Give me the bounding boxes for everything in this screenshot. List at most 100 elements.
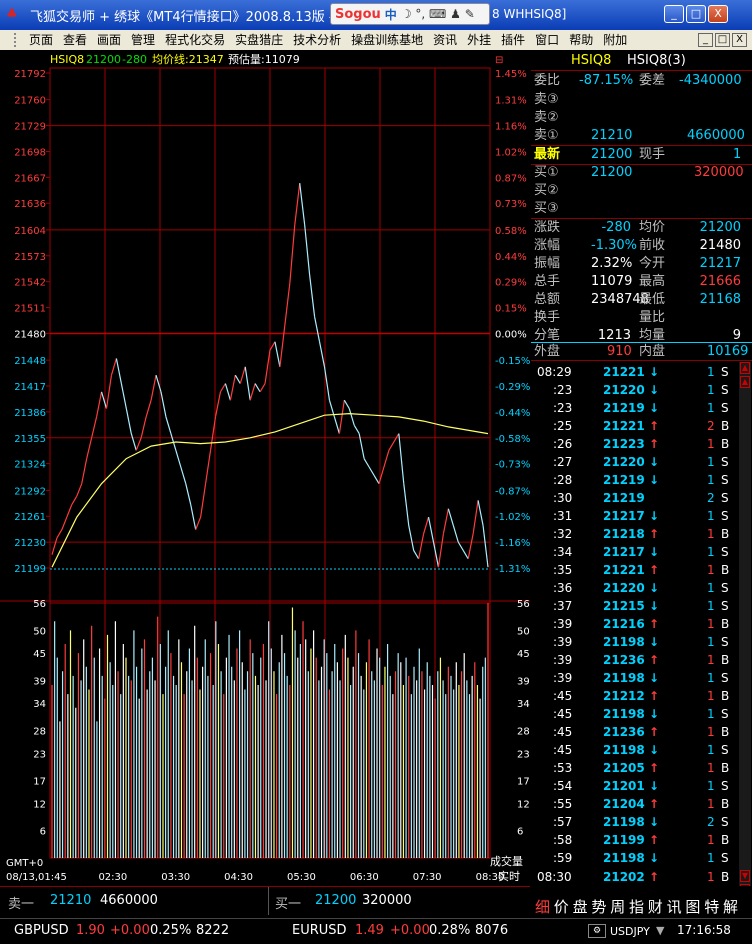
minimize-button[interactable]: _ bbox=[664, 5, 684, 23]
tick-side: S bbox=[721, 707, 729, 721]
menu-training[interactable]: 操盘训练基地 bbox=[346, 30, 428, 50]
tick-time: :55 bbox=[553, 797, 573, 811]
quote-tab[interactable]: 解 bbox=[723, 896, 738, 918]
mdi-close-button[interactable]: X bbox=[732, 33, 747, 47]
tick-row[interactable]: :32 21218 ↑ 1 B bbox=[531, 525, 741, 543]
price-segment bbox=[437, 533, 445, 568]
scroll-down-icon[interactable]: ▼ bbox=[740, 884, 750, 886]
ime-mode[interactable]: 中 bbox=[385, 6, 397, 23]
quote-tab[interactable]: 势 bbox=[591, 896, 606, 918]
tick-row[interactable]: :59 21198 ↓ 1 S bbox=[531, 849, 741, 867]
fx-eur-symbol[interactable]: EURUSD bbox=[292, 923, 347, 938]
tick-row[interactable]: :25 21221 ↑ 2 B bbox=[531, 417, 741, 435]
tick-row[interactable]: :45 21198 ↓ 1 S bbox=[531, 741, 741, 759]
tick-row[interactable]: :45 21198 ↓ 1 S bbox=[531, 705, 741, 723]
scroll-page-up-icon[interactable]: ▲ bbox=[740, 376, 750, 388]
ticker-settings-icon[interactable]: ⚙ bbox=[588, 924, 606, 938]
tick-row[interactable]: :30 21219 2 S bbox=[531, 489, 741, 507]
tick-side: B bbox=[721, 527, 730, 541]
menu-screen[interactable]: 画面 bbox=[92, 30, 126, 50]
tick-volume: 1 bbox=[707, 563, 715, 577]
price-segment bbox=[51, 537, 58, 555]
menu-news[interactable]: 资讯 bbox=[428, 30, 462, 50]
quote-tab[interactable]: 讯 bbox=[667, 896, 682, 918]
tick-row[interactable]: :34 21217 ↓ 1 S bbox=[531, 543, 741, 561]
fx-jpy-symbol[interactable]: USDJPY bbox=[610, 925, 650, 938]
tick-row[interactable]: :39 21198 ↓ 1 S bbox=[531, 633, 741, 651]
intraday-chart[interactable]: 21792 21760 21729 21698 21667 21636 21604 21573… bbox=[0, 50, 530, 886]
menu-plugins[interactable]: 插件 bbox=[496, 30, 530, 50]
menu-tech-analysis[interactable]: 技术分析 bbox=[288, 30, 346, 50]
percent-tick-label: 0.00% bbox=[495, 329, 527, 340]
tick-row[interactable]: :55 21204 ↑ 1 B bbox=[531, 795, 741, 813]
tick-row[interactable]: :23 21219 ↓ 1 S bbox=[531, 399, 741, 417]
tick-row[interactable]: :35 21221 ↑ 1 B bbox=[531, 561, 741, 579]
tick-row[interactable]: :39 21236 ↑ 1 B bbox=[531, 651, 741, 669]
price-segment bbox=[333, 416, 340, 434]
tick-row[interactable]: :31 21217 ↓ 1 S bbox=[531, 507, 741, 525]
tick-time: :39 bbox=[553, 617, 573, 631]
menu-view[interactable]: 查看 bbox=[58, 30, 92, 50]
tick-row[interactable]: :57 21198 ↓ 2 S bbox=[531, 813, 741, 831]
price-segment bbox=[294, 183, 301, 225]
tick-row[interactable]: :39 21216 ↑ 1 B bbox=[531, 615, 741, 633]
scroll-up-icon[interactable]: ▲ bbox=[740, 362, 750, 374]
tick-row[interactable]: :39 21198 ↓ 1 S bbox=[531, 669, 741, 687]
quote-tab[interactable]: 特 bbox=[704, 896, 719, 918]
quote-tab[interactable]: 盘 bbox=[573, 896, 588, 918]
quote-tab[interactable]: 价 bbox=[554, 896, 569, 918]
quote-tab[interactable]: 财 bbox=[648, 896, 663, 918]
menu-live-hunt[interactable]: 实盘猎庄 bbox=[230, 30, 288, 50]
sogou-ime-bar[interactable]: Sogou 中 ☽ °, ⌨ ♟ ✎ bbox=[330, 3, 490, 25]
tick-price: 21198 bbox=[603, 743, 645, 757]
volume-tick-label: 34 bbox=[33, 699, 46, 710]
tick-row[interactable]: :45 21236 ↑ 1 B bbox=[531, 723, 741, 741]
fx-gbp-symbol[interactable]: GBPUSD bbox=[14, 923, 69, 938]
arrow-down-icon: ↓ bbox=[649, 851, 660, 865]
tick-row[interactable]: 08:29 21221 ↓ 1 S bbox=[531, 363, 741, 381]
menu-window[interactable]: 窗口 bbox=[530, 30, 564, 50]
close-button[interactable]: X bbox=[708, 5, 728, 23]
tick-time: :31 bbox=[553, 509, 573, 523]
price-segment bbox=[61, 516, 68, 530]
quote-tab[interactable]: 指 bbox=[629, 896, 644, 918]
maximize-button[interactable]: □ bbox=[686, 5, 706, 23]
arrow-down-icon: ↓ bbox=[649, 509, 660, 523]
arrow-up-icon: ↑ bbox=[649, 797, 660, 811]
ime-tool-icons[interactable]: ☽ °, ⌨ ♟ ✎ bbox=[401, 7, 475, 21]
menu-plugin-ext[interactable]: 外挂 bbox=[462, 30, 496, 50]
ticker-dropdown-icon[interactable]: ▼ bbox=[656, 924, 664, 937]
tick-side: S bbox=[721, 815, 729, 829]
mdi-minimize-button[interactable]: _ bbox=[698, 33, 713, 47]
mdi-restore-button[interactable]: □ bbox=[715, 33, 730, 47]
menu-extra[interactable]: 附加 bbox=[598, 30, 632, 50]
tick-volume: 1 bbox=[707, 365, 715, 379]
tick-price: 21217 bbox=[603, 509, 645, 523]
volume-tick-label-right: 34 bbox=[517, 699, 530, 710]
tick-row[interactable]: :36 21220 ↓ 1 S bbox=[531, 579, 741, 597]
tick-row[interactable]: 08:30 21202 ↑ 1 B bbox=[531, 868, 741, 886]
menu-program-trading[interactable]: 程式化交易 bbox=[160, 30, 230, 50]
tick-row[interactable]: :28 21219 ↓ 1 S bbox=[531, 471, 741, 489]
menu-manage[interactable]: 管理 bbox=[126, 30, 160, 50]
tick-row[interactable]: :45 21212 ↑ 1 B bbox=[531, 687, 741, 705]
quote-tab[interactable]: 图 bbox=[685, 896, 700, 918]
tick-row[interactable]: :23 21220 ↓ 1 S bbox=[531, 381, 741, 399]
tick-row[interactable]: :54 21201 ↓ 1 S bbox=[531, 777, 741, 795]
tick-side: S bbox=[721, 383, 729, 397]
menu-page[interactable]: 页面 bbox=[24, 30, 58, 50]
tick-scrollbar[interactable]: ▲ ▲ ▼ ▼ bbox=[739, 362, 751, 886]
tick-side: S bbox=[721, 491, 729, 505]
quote-tab[interactable]: 周 bbox=[610, 896, 625, 918]
tick-row[interactable]: :37 21215 ↓ 1 S bbox=[531, 597, 741, 615]
tick-row[interactable]: :27 21220 ↓ 1 S bbox=[531, 453, 741, 471]
scroll-page-down-icon[interactable]: ▼ bbox=[740, 870, 750, 882]
chart-symbol: HSIQ8 bbox=[50, 53, 84, 66]
price-tick-label: 21261 bbox=[14, 512, 46, 523]
menu-help[interactable]: 帮助 bbox=[564, 30, 598, 50]
tick-row[interactable]: :53 21205 ↑ 1 B bbox=[531, 759, 741, 777]
tick-price: 21202 bbox=[603, 870, 645, 884]
quote-tab[interactable]: 细 bbox=[535, 896, 550, 918]
tick-row[interactable]: :58 21199 ↑ 1 B bbox=[531, 831, 741, 849]
tick-row[interactable]: :26 21223 ↑ 1 B bbox=[531, 435, 741, 453]
